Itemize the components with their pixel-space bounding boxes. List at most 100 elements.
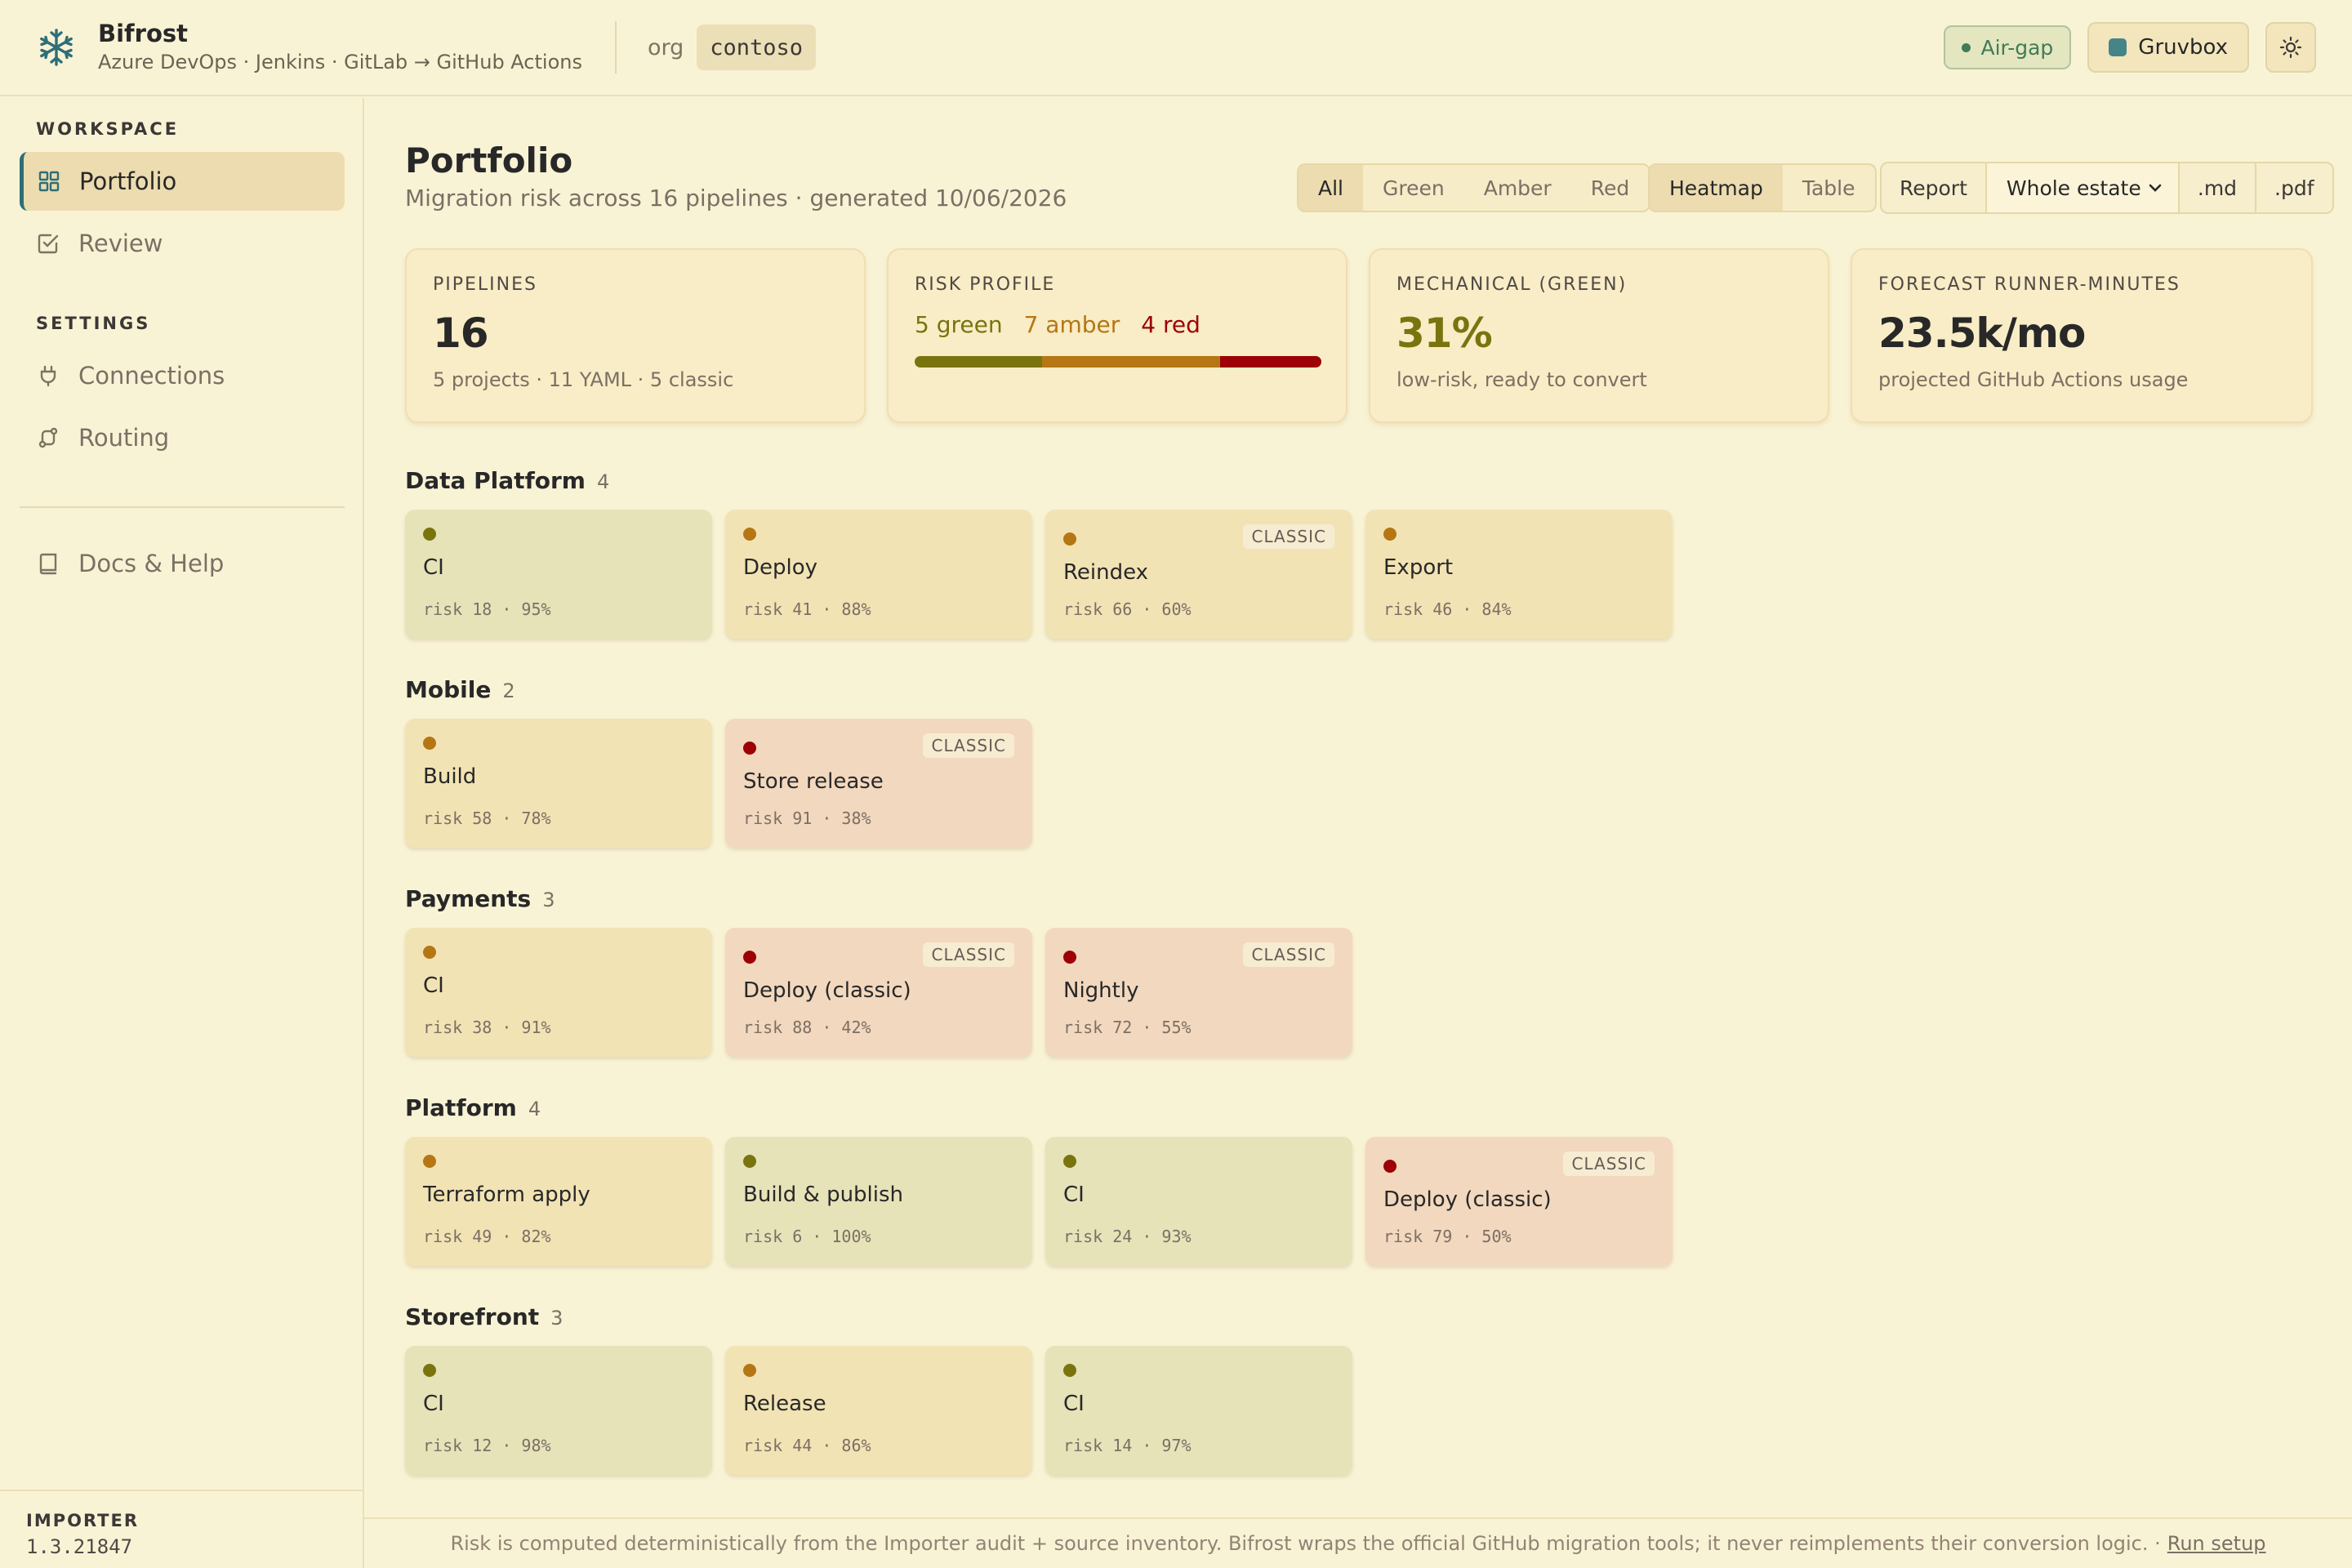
stat-label: FORECAST RUNNER-MINUTES <box>1878 274 2180 295</box>
sidebar-item-review[interactable]: Review <box>20 214 345 273</box>
org-selector[interactable]: contoso <box>697 24 817 70</box>
group-name: Data Platform <box>405 467 586 494</box>
pipeline-name: CI <box>423 555 444 580</box>
group-count: 3 <box>550 1307 564 1330</box>
risk-bar-green <box>915 356 1042 368</box>
pipeline-card[interactable]: Terraform apply risk 49 · 82% <box>405 1137 712 1266</box>
risk-red-count: 4 red <box>1141 311 1200 338</box>
filter-all[interactable]: All <box>1298 165 1363 211</box>
book-icon <box>36 551 60 576</box>
stat-note: low-risk, ready to convert <box>1396 368 1647 391</box>
pipeline-card[interactable]: CLASSIC Reindex risk 66 · 60% <box>1045 510 1352 639</box>
pipeline-name: Deploy <box>743 555 818 580</box>
check-square-icon <box>36 231 60 256</box>
importer-version: 1.3.21847 <box>26 1535 133 1558</box>
pipeline-card[interactable]: CI risk 18 · 95% <box>405 510 712 639</box>
export-pdf-button[interactable]: .pdf <box>2256 163 2332 212</box>
view-toggle: Heatmap Table <box>1648 163 1877 212</box>
airgap-label: Air-gap <box>1980 35 2054 60</box>
pipeline-card[interactable]: CI risk 14 · 97% <box>1045 1346 1352 1475</box>
stat-risk-profile: RISK PROFILE 5 green 7 amber 4 red <box>887 248 1348 423</box>
status-dot <box>423 737 436 750</box>
snowflake-icon <box>36 27 77 68</box>
pipeline-card[interactable]: Deploy risk 41 · 88% <box>725 510 1032 639</box>
export-md-button[interactable]: .md <box>2180 163 2257 212</box>
sidebar-item-label: Docs & Help <box>78 550 225 577</box>
settings-section-label: SETTINGS <box>36 314 151 333</box>
pipeline-name: Nightly <box>1063 978 1139 1003</box>
pipeline-card[interactable]: CLASSIC Nightly risk 72 · 55% <box>1045 928 1352 1057</box>
group-count: 4 <box>528 1098 541 1120</box>
stat-label: RISK PROFILE <box>915 274 1056 295</box>
footer: Risk is computed deterministically from … <box>364 1517 2352 1568</box>
pipeline-risk-meta: risk 18 · 95% <box>423 599 551 619</box>
sidebar-item-connections[interactable]: Connections <box>20 346 345 405</box>
group-count: 4 <box>596 470 610 493</box>
pipeline-name: CI <box>423 1392 444 1416</box>
status-dot <box>423 1155 436 1168</box>
pipeline-card[interactable]: CLASSIC Deploy (classic) risk 88 · 42% <box>725 928 1032 1057</box>
pipeline-risk-meta: risk 6 · 100% <box>743 1227 871 1246</box>
sidebar-item-label: Connections <box>78 362 225 390</box>
grid-icon <box>37 169 61 194</box>
theme-label: Gruvbox <box>2138 35 2228 60</box>
pipeline-risk-meta: risk 79 · 50% <box>1383 1227 1512 1246</box>
org-label: org <box>647 34 684 60</box>
status-dot <box>743 1155 756 1168</box>
status-dot <box>743 742 756 755</box>
sidebar-divider <box>20 506 345 508</box>
group-title: Payments 3 <box>405 885 555 912</box>
pipeline-risk-meta: risk 66 · 60% <box>1063 599 1192 619</box>
pipeline-name: Reindex <box>1063 560 1149 585</box>
classic-badge: CLASSIC <box>923 942 1014 967</box>
status-dot <box>423 528 436 541</box>
pipeline-card[interactable]: Build & publish risk 6 · 100% <box>725 1137 1032 1266</box>
sidebar-item-routing[interactable]: Routing <box>20 408 345 467</box>
footer-text: Risk is computed deterministically from … <box>450 1532 2161 1555</box>
pipeline-card[interactable]: CI risk 24 · 93% <box>1045 1137 1352 1266</box>
pipeline-risk-meta: risk 44 · 86% <box>743 1436 871 1455</box>
run-setup-link[interactable]: Run setup <box>2167 1532 2266 1555</box>
group-title: Platform 4 <box>405 1094 541 1121</box>
view-table[interactable]: Table <box>1783 165 1875 211</box>
stat-mechanical: MECHANICAL (GREEN) 31% low-risk, ready t… <box>1369 248 1829 423</box>
stat-pipelines: PIPELINES 16 5 projects · 11 YAML · 5 cl… <box>405 248 866 423</box>
page-subtitle: Migration risk across 16 pipelines · gen… <box>405 185 1067 212</box>
sidebar-item-portfolio[interactable]: Portfolio <box>20 152 345 211</box>
pipeline-card[interactable]: CI risk 12 · 98% <box>405 1346 712 1475</box>
status-dot <box>423 1364 436 1377</box>
pipeline-name: Release <box>743 1392 826 1416</box>
pipeline-name: Build <box>423 764 477 789</box>
classic-badge: CLASSIC <box>1243 524 1334 549</box>
filter-red[interactable]: Red <box>1571 165 1649 211</box>
filter-green[interactable]: Green <box>1363 165 1464 211</box>
view-heatmap[interactable]: Heatmap <box>1650 165 1783 211</box>
status-dot <box>743 951 756 964</box>
pipeline-card[interactable]: Export risk 46 · 84% <box>1365 510 1673 639</box>
airgap-badge[interactable]: Air-gap <box>1944 25 2072 69</box>
theme-swatch-icon <box>2109 38 2127 56</box>
group-title: Mobile 2 <box>405 676 515 703</box>
pipeline-risk-meta: risk 91 · 38% <box>743 808 871 828</box>
stat-note: projected GitHub Actions usage <box>1878 368 2189 391</box>
status-dot <box>1063 951 1076 964</box>
pipeline-name: Store release <box>743 769 884 794</box>
pipeline-card[interactable]: Release risk 44 · 86% <box>725 1346 1032 1475</box>
pipeline-risk-meta: risk 49 · 82% <box>423 1227 551 1246</box>
stat-forecast: FORECAST RUNNER-MINUTES 23.5k/mo project… <box>1851 248 2313 423</box>
theme-button[interactable]: Gruvbox <box>2087 22 2249 73</box>
group-name: Storefront <box>405 1303 540 1330</box>
importer-info: IMPORTER 1.3.21847 <box>0 1490 363 1568</box>
app-name: Bifrost <box>98 20 189 47</box>
pipeline-name: CI <box>1063 1183 1085 1207</box>
pipeline-card[interactable]: CI risk 38 · 91% <box>405 928 712 1057</box>
pipeline-card[interactable]: CLASSIC Deploy (classic) risk 79 · 50% <box>1365 1137 1673 1266</box>
classic-badge: CLASSIC <box>1563 1152 1655 1176</box>
report-scope-select[interactable]: Whole estate <box>1986 163 2180 212</box>
report-scope-value: Whole estate <box>2006 176 2141 200</box>
pipeline-card[interactable]: CLASSIC Store release risk 91 · 38% <box>725 719 1032 848</box>
sidebar-item-docs[interactable]: Docs & Help <box>20 534 345 593</box>
filter-amber[interactable]: Amber <box>1464 165 1571 211</box>
toggle-mode-button[interactable] <box>2265 22 2316 73</box>
pipeline-card[interactable]: Build risk 58 · 78% <box>405 719 712 848</box>
